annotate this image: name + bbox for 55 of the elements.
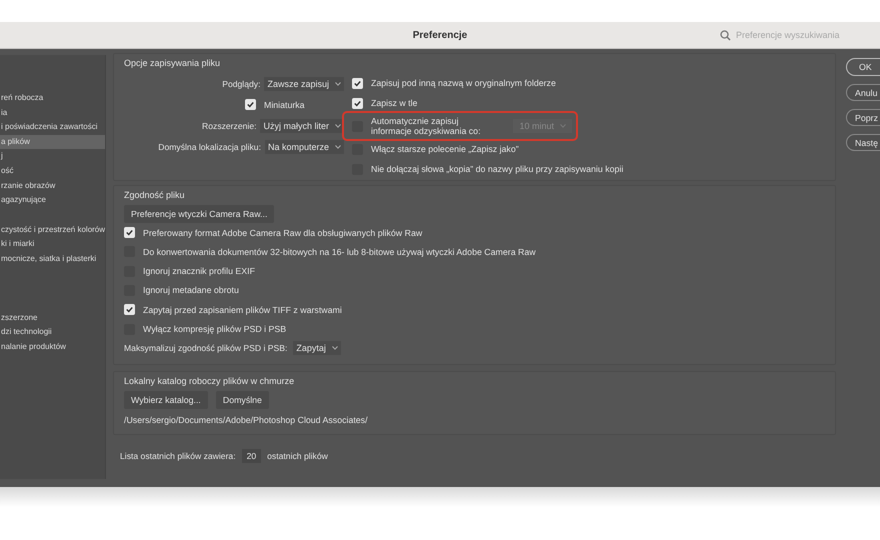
field-label: Podglądy: (222, 78, 260, 88)
dialog-button[interactable]: OK (846, 58, 880, 76)
checkbox-label: Nie dołączaj słowa „kopia” do nazwy pliku przy zapisywaniu kopii (371, 164, 624, 174)
chevron-icon (335, 82, 341, 86)
checkbox-label: Miniaturka (264, 100, 305, 110)
sidebar-item[interactable]: ia (0, 106, 105, 120)
sidebar-item[interactable]: czystość i przestrzeń kolorów (0, 222, 105, 238)
sidebar-item[interactable]: dzi technologii (0, 325, 105, 340)
chevron-icon (335, 144, 341, 148)
folder-path: /Users/sergio/Documents/Adobe/Photoshop Cloud Associates/ (124, 415, 368, 425)
sidebar-item[interactable]: mocnicze, siatka i plasterki (0, 252, 105, 267)
checkbox-label: Automatycznie zapisuj informacje odzyskiwania co: (371, 116, 482, 136)
dialog-button[interactable]: Nastę (846, 134, 880, 151)
field-label: Rozszerzenie: (202, 120, 256, 130)
checkbox-label: Wyłącz kompresję plików PSD i PSB (143, 324, 286, 334)
field-label: Domyślna lokalizacja pliku: (158, 142, 261, 152)
folder-button[interactable]: Wybierz katalog... (124, 391, 208, 409)
checkbox-label: Zapisz w tle (371, 98, 418, 108)
camera-raw-button[interactable]: Preferencje wtyczki Camera Raw... (124, 205, 274, 223)
select-field[interactable]: Na komputerze (264, 140, 344, 154)
sidebar-item[interactable]: agazynujące (0, 193, 105, 208)
sidebar-item[interactable]: ość (0, 164, 105, 179)
field-label: Maksymalizuj zgodność plików PSD i PSB: (124, 343, 288, 354)
checkbox-label: Włącz starsze polecenie „Zapisz jako” (371, 144, 519, 154)
select-field[interactable]: Użyj małych liter (260, 118, 344, 132)
checkbox-label: Zapisuj pod inną nazwą w oryginalnym folderze (371, 78, 556, 88)
sidebar-item[interactable]: rzanie obrazów (0, 178, 105, 194)
sidebar-item[interactable]: j (0, 149, 105, 164)
section-title: Lokalny katalog roboczy plików w chmurze (124, 376, 294, 386)
number-field[interactable]: 20 (242, 449, 262, 463)
checkbox-label: Zapytaj przed zapisaniem plików TIFF z warstwami (143, 304, 342, 315)
checkbox-label: Do konwertowania dokumentów 32-bitowych na 16- lub 8-bitowe używaj wtyczki Adobe Camera Raw (143, 246, 536, 257)
sidebar-item[interactable]: zszerzone (0, 310, 105, 326)
chevron-icon (335, 124, 341, 128)
sidebar-item[interactable]: reń robocza (0, 91, 105, 106)
sidebar-item[interactable]: i poświadczenia zawartości (0, 120, 105, 135)
dialog-button[interactable]: Poprz (846, 109, 880, 126)
window-title: Preferencje (412, 30, 468, 40)
field-label: Lista ostatnich plików zawiera: (120, 451, 236, 461)
sidebar-item[interactable]: a plików (0, 134, 105, 150)
dialog-button[interactable]: Anulu (846, 84, 880, 101)
section-title: Opcje zapisywania pliku (124, 58, 220, 68)
sidebar-item[interactable]: ki i miarki (0, 237, 105, 252)
field-label: ostatnich plików (267, 451, 328, 461)
checkbox-label: Ignoruj znacznik profilu EXIF (143, 266, 255, 276)
select-field[interactable]: Zawsze zapisuj (264, 76, 344, 90)
select-field[interactable]: Zapytaj (293, 341, 341, 356)
section-title: Zgodność pliku (124, 190, 185, 200)
search-field[interactable]: Preferencje wyszukiwania (720, 28, 880, 42)
chevron-icon (332, 346, 338, 350)
folder-button[interactable]: Domyślne (216, 391, 269, 409)
checkbox-label: Preferowany format Adobe Camera Raw dla obsługiwanych plików Raw (143, 228, 422, 238)
checkbox-label: Ignoruj metadane obrotu (143, 285, 239, 296)
search-icon (720, 30, 731, 40)
sidebar-item[interactable]: nalanie produktów (0, 340, 105, 354)
